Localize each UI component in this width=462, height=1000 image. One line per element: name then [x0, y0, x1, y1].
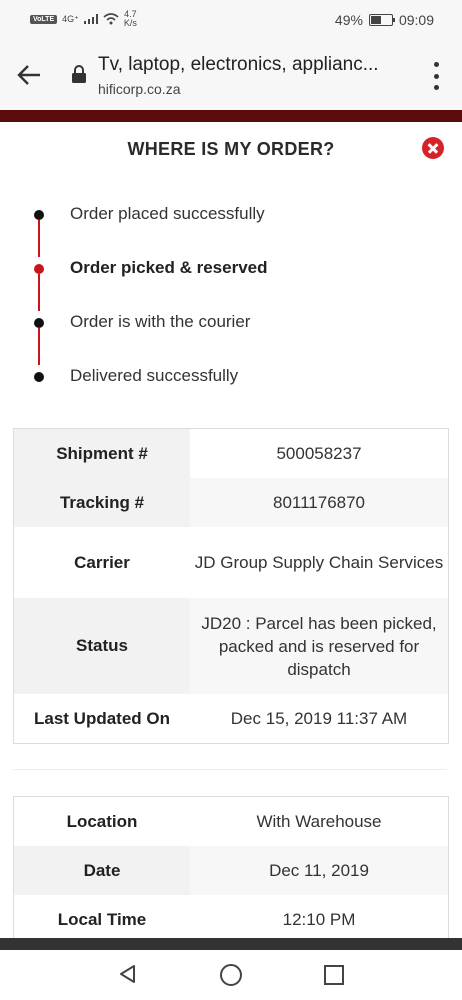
section-divider	[13, 769, 447, 770]
step-dot	[34, 372, 44, 382]
local-time-value: 12:10 PM	[190, 895, 448, 938]
row-label: Local Time	[14, 895, 190, 938]
table-row: Carrier JD Group Supply Chain Services	[14, 527, 448, 598]
clock: 09:09	[398, 12, 434, 28]
timeline-step-delivered: Delivered successfully	[0, 364, 462, 394]
location-history-table: Location With Warehouse Date Dec 11, 201…	[13, 796, 449, 938]
row-label: Tracking #	[14, 478, 190, 527]
table-row: Tracking # 8011176870	[14, 478, 448, 527]
step-connector	[38, 220, 40, 257]
status-value: JD20 : Parcel has been picked, packed an…	[190, 598, 448, 694]
carrier-value: JD Group Supply Chain Services	[190, 527, 448, 598]
timeline-step-placed: Order placed successfully	[0, 202, 462, 257]
page-bottom-strip	[0, 938, 462, 950]
back-arrow-icon[interactable]	[16, 62, 44, 88]
step-dot-active	[34, 264, 44, 274]
nav-home-icon[interactable]	[220, 964, 242, 986]
close-icon[interactable]	[422, 137, 444, 159]
timeline-step-picked: Order picked & reserved	[0, 256, 462, 311]
step-label: Delivered successfully	[70, 366, 239, 385]
step-connector	[38, 328, 40, 365]
speed-unit: K/s	[123, 18, 137, 28]
row-label: Status	[14, 598, 190, 694]
row-label: Carrier	[14, 527, 190, 598]
date-value: Dec 11, 2019	[190, 846, 448, 895]
network-speed: 4.7 K/s	[124, 10, 137, 28]
browser-toolbar: Tv, laptop, electronics, applianc... hif…	[0, 40, 462, 110]
table-row: Location With Warehouse	[14, 797, 448, 846]
row-label: Date	[14, 846, 190, 895]
step-label: Order is with the courier	[70, 312, 251, 331]
row-label: Last Updated On	[14, 694, 190, 743]
battery-fill	[370, 16, 381, 24]
nav-recents-icon[interactable]	[324, 965, 344, 985]
table-row: Date Dec 11, 2019	[14, 846, 448, 895]
site-header-strip	[0, 110, 462, 122]
signal-icon	[83, 14, 98, 24]
signal-indicator: 4G⁺	[62, 13, 79, 24]
shipment-details-table: Shipment # 500058237 Tracking # 80111768…	[13, 428, 449, 744]
nav-back-icon[interactable]	[118, 964, 138, 984]
row-label: Shipment #	[14, 429, 190, 478]
order-tracking-modal: WHERE IS MY ORDER? Order placed successf…	[0, 122, 462, 938]
overflow-menu-icon[interactable]	[432, 62, 440, 90]
system-navigation-bar	[0, 950, 462, 1000]
last-updated-value: Dec 15, 2019 11:37 AM	[190, 694, 448, 743]
step-label: Order picked & reserved	[70, 258, 268, 277]
table-row: Status JD20 : Parcel has been picked, pa…	[14, 598, 448, 694]
status-bar: VoLTE 4G⁺ 4.7 K/s 49% 09:09	[0, 0, 462, 40]
battery-icon	[368, 14, 395, 26]
step-label: Order placed successfully	[70, 204, 265, 223]
system-indicators: 49% 09:09	[335, 12, 434, 28]
table-row: Local Time 12:10 PM	[14, 895, 448, 938]
wifi-icon	[103, 13, 119, 25]
modal-title: WHERE IS MY ORDER?	[127, 139, 335, 159]
table-row: Shipment # 500058237	[14, 429, 448, 478]
page-title[interactable]: Tv, laptop, electronics, applianc...	[98, 54, 408, 76]
step-dot	[34, 318, 44, 328]
tracking-number: 8011176870	[190, 478, 448, 527]
step-dot	[34, 210, 44, 220]
volte-badge: VoLTE	[30, 14, 58, 24]
url-domain[interactable]: hificorp.co.za	[98, 81, 180, 97]
table-row: Last Updated On Dec 15, 2019 11:37 AM	[14, 694, 448, 743]
location-value: With Warehouse	[190, 797, 448, 846]
timeline-step-courier: Order is with the courier	[0, 310, 462, 365]
shipment-number: 500058237	[190, 429, 448, 478]
network-indicators: VoLTE 4G⁺ 4.7 K/s	[30, 10, 137, 28]
row-label: Location	[14, 797, 190, 846]
step-connector	[38, 274, 40, 311]
lock-icon	[72, 65, 86, 83]
battery-percent: 49%	[334, 12, 363, 28]
